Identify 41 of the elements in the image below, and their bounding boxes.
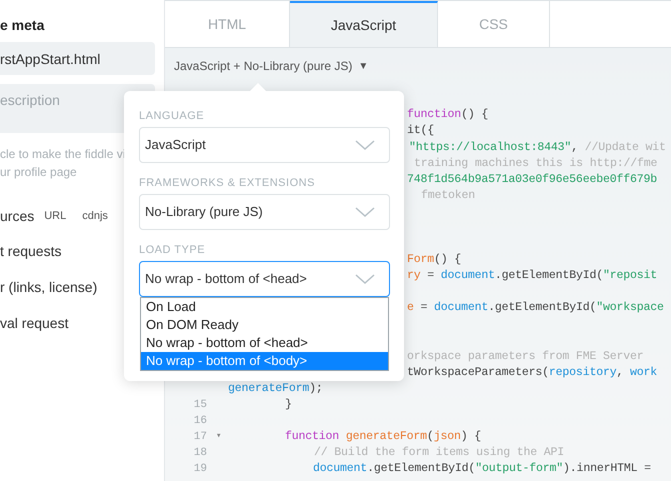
code-line: orkspace parameters from FME Server xyxy=(407,348,644,365)
code-line: "https://localhost:8443", //Update wit xyxy=(409,140,666,156)
dropdown-option[interactable]: On DOM Ready xyxy=(141,316,388,334)
field-label: LOAD TYPE xyxy=(139,243,206,256)
code-line: function() { xyxy=(407,107,488,124)
resource-link[interactable]: cdnjs xyxy=(82,208,108,224)
code-line: it({ xyxy=(407,123,434,140)
name-field[interactable]: rstAppStart.html xyxy=(0,42,155,75)
code-line: generateForm); xyxy=(228,380,323,397)
line-number: 15 xyxy=(194,398,207,411)
code-line: ry = document.getElementById("reposit xyxy=(407,268,658,284)
resource-link[interactable]: URL xyxy=(44,208,66,224)
code-line: e = document.getElementById("workspace xyxy=(407,300,664,316)
language-summary[interactable]: JavaScript + No-Library (pure JS) ▼ xyxy=(174,58,368,74)
editor-tab[interactable]: JavaScript xyxy=(290,1,438,47)
chevron-down-icon xyxy=(355,140,375,150)
select-field[interactable]: No-Library (pure JS) xyxy=(139,194,390,230)
chevron-down-icon xyxy=(355,274,375,284)
code-line: training machines this is http://fme xyxy=(414,156,658,172)
line-number: 17 xyxy=(194,431,207,444)
dropdown-option[interactable]: On Load xyxy=(141,298,388,316)
code-line: function generateForm(json) { xyxy=(285,429,481,446)
field-label: FRAMEWORKS & EXTENSIONS xyxy=(139,176,316,189)
hint-text: ur profile page xyxy=(0,164,78,181)
line-number: 19 xyxy=(194,463,207,476)
code-line: // Build the form items using the API xyxy=(314,445,564,462)
code-line: fmetoken xyxy=(421,188,476,204)
dropdown-option[interactable]: No wrap - bottom of <body> xyxy=(141,352,388,370)
line-number: 16 xyxy=(194,415,207,428)
select-field[interactable]: No wrap - bottom of <head> xyxy=(139,261,390,297)
line-number: 18 xyxy=(194,447,207,460)
code-line: Form() { xyxy=(407,252,462,268)
section-label: urces xyxy=(0,206,34,226)
dropdown-option[interactable]: No wrap - bottom of <head> xyxy=(141,334,388,352)
select-field[interactable]: JavaScript xyxy=(139,127,390,163)
code-line: 748f1d564b9a571a03e0f96e56eebe0ff679b xyxy=(407,172,658,188)
code-line: } xyxy=(285,397,292,414)
code-line: document.getElementById("output-form").innerHTML = xyxy=(313,461,651,478)
section-title: e meta xyxy=(0,16,46,35)
code-line: tWorkspaceParameters(repository, work xyxy=(407,364,658,381)
chevron-down-icon xyxy=(355,206,375,218)
